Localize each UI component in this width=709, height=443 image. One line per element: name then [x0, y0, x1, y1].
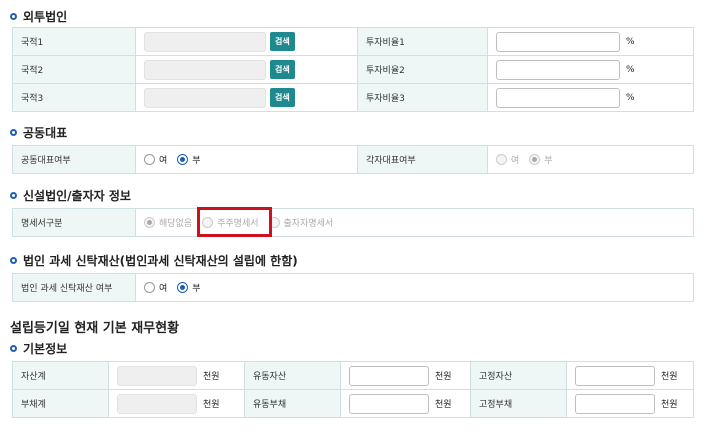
statement-investor-radio: 출자자명세서 [268, 216, 333, 229]
country1-field [144, 31, 266, 52]
joint-rep-radio-group: 여 부 [144, 153, 349, 166]
radio-icon [144, 282, 155, 293]
table-row: 국적3 검색 투자비율3 % [12, 83, 694, 112]
country2-label: 국적2 [12, 55, 136, 84]
finance-table: 자산계 천원 유동자산 천원 고정자산 천원 부채계 천원 유동부채 천원 고정… [12, 361, 694, 418]
each-rep-no-radio: 부 [529, 153, 553, 166]
radio-checked-icon [529, 154, 541, 165]
statement-type-radio-group: 해당없음 주주명세서 출자자명세서 [144, 216, 685, 229]
fixed-liabilities-label: 고정부채 [470, 389, 567, 418]
ratio3-input[interactable] [496, 87, 620, 108]
table-row: 공동대표여부 여 부 각자대표여부 여 부 [12, 145, 694, 174]
trust-yes-radio[interactable]: 여 [144, 281, 167, 294]
radio-icon [496, 154, 507, 165]
ratio1-label: 투자비율1 [357, 27, 488, 56]
section-title-basic: 기본정보 [10, 340, 67, 357]
ratio2-input[interactable] [496, 59, 620, 80]
country3-field [144, 87, 266, 108]
country2-search-button[interactable]: 검색 [270, 60, 295, 79]
table-row: 자산계 천원 유동자산 천원 고정자산 천원 [12, 361, 694, 390]
radio-icon [144, 154, 155, 165]
statement-none-radio: 해당없음 [144, 216, 192, 229]
trust-no-radio[interactable]: 부 [177, 281, 201, 294]
each-rep-yes-radio: 여 [496, 153, 519, 166]
radio-icon [202, 217, 214, 228]
current-assets-input[interactable] [349, 365, 429, 386]
each-rep-radio-group: 여 부 [496, 153, 685, 166]
section-title-joint: 공동대표 [10, 124, 67, 141]
table-row: 부채계 천원 유동부채 천원 고정부채 천원 [12, 389, 694, 418]
total-assets-label: 자산계 [12, 361, 109, 390]
radio-icon [268, 217, 280, 228]
current-liabilities-input[interactable] [349, 393, 429, 414]
current-liabilities-label: 유동부채 [244, 389, 341, 418]
ratio3-label: 투자비율3 [357, 83, 488, 112]
statement-shareholder-radio[interactable]: 주주명세서 [202, 216, 259, 229]
finance-title: 설립등기일 현재 기본 재무현황 [10, 321, 180, 336]
joint-table: 공동대표여부 여 부 각자대표여부 여 부 [12, 145, 694, 174]
bullet-icon [10, 192, 17, 199]
ratio3-unit: % [626, 92, 635, 103]
section-title-newcorp: 신설법인/출자자 정보 [10, 187, 131, 204]
radio-checked-icon [177, 154, 189, 165]
foreign-table: 국적1 검색 투자비율1 % 국적2 검색 투자비율2 % 국적3 검색 투자비… [12, 27, 694, 112]
table-row: 국적1 검색 투자비율1 % [12, 27, 694, 56]
total-liabilities-field [117, 393, 197, 414]
country3-label: 국적3 [12, 83, 136, 112]
table-row: 명세서구분 해당없음 주주명세서 출자자명세서 [12, 208, 694, 237]
radio-checked-icon [144, 217, 155, 228]
bullet-icon [10, 13, 17, 20]
newcorp-table: 명세서구분 해당없음 주주명세서 출자자명세서 [12, 208, 694, 237]
section-title-foreign: 외투법인 [10, 8, 67, 25]
country2-field [144, 59, 266, 80]
ratio1-unit: % [626, 36, 635, 47]
country3-search-button[interactable]: 검색 [270, 88, 295, 107]
joint-rep-yes-radio[interactable]: 여 [144, 153, 167, 166]
table-row: 법인 과세 신탁재산 여부 여 부 [12, 273, 694, 302]
fixed-assets-label: 고정자산 [470, 361, 567, 390]
fixed-assets-input[interactable] [575, 365, 655, 386]
bullet-icon [10, 129, 17, 136]
bullet-icon [10, 345, 17, 352]
each-rep-label: 각자대표여부 [357, 145, 488, 174]
current-assets-label: 유동자산 [244, 361, 341, 390]
trust-radio-group: 여 부 [144, 281, 685, 294]
table-row: 국적2 검색 투자비율2 % [12, 55, 694, 84]
joint-rep-label: 공동대표여부 [12, 145, 136, 174]
joint-rep-no-radio[interactable]: 부 [177, 153, 201, 166]
ratio2-label: 투자비율2 [357, 55, 488, 84]
total-assets-field [117, 365, 197, 386]
fixed-liabilities-input[interactable] [575, 393, 655, 414]
country1-label: 국적1 [12, 27, 136, 56]
ratio2-unit: % [626, 64, 635, 75]
radio-checked-icon [177, 282, 189, 293]
statement-type-label: 명세서구분 [12, 208, 136, 237]
trust-label: 법인 과세 신탁재산 여부 [12, 273, 136, 302]
total-liabilities-label: 부채계 [12, 389, 109, 418]
ratio1-input[interactable] [496, 31, 620, 52]
country1-search-button[interactable]: 검색 [270, 32, 295, 51]
bullet-icon [10, 257, 17, 264]
section-title-trust: 법인 과세 신탁재산(법인과세 신탁재산의 설립에 한함) [10, 252, 298, 269]
trust-table: 법인 과세 신탁재산 여부 여 부 [12, 273, 694, 302]
